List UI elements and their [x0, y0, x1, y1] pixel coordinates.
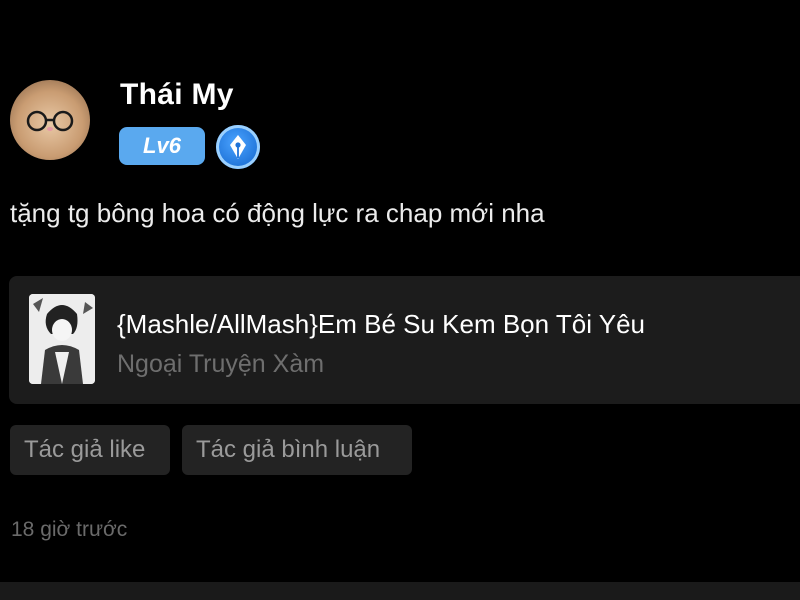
story-title: {Mashle/AllMash}Em Bé Su Kem Bọn Tôi Yêu — [117, 309, 645, 339]
avatar-image — [26, 110, 74, 132]
story-subtitle: Ngoại Truyện Xàm — [117, 350, 325, 378]
level-badge: Lv6 — [119, 127, 205, 165]
comment-text: tặng tg bông hoa có động lực ra chap mới… — [10, 198, 545, 228]
author-like-button[interactable]: Tác giả like — [10, 425, 170, 475]
section-divider — [0, 582, 800, 600]
pen-nib-icon — [216, 125, 260, 169]
username[interactable]: Thái My — [120, 78, 234, 112]
comment-timestamp: 18 giờ trước — [11, 518, 128, 541]
story-card[interactable]: {Mashle/AllMash}Em Bé Su Kem Bọn Tôi Yêu… — [9, 276, 800, 404]
user-avatar[interactable] — [10, 80, 90, 160]
author-comment-button[interactable]: Tác giả bình luận — [182, 425, 412, 475]
story-cover-image — [29, 294, 95, 384]
